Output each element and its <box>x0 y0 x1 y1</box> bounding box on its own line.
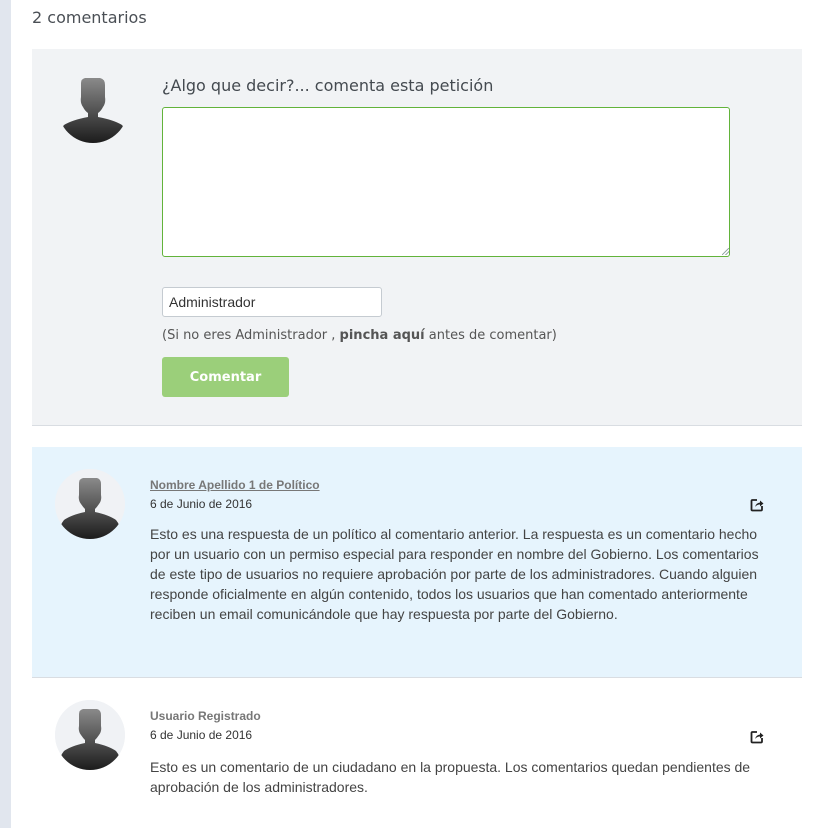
comment-author-link[interactable]: Nombre Apellido 1 de Político <box>150 478 320 492</box>
comment-form: ¿Algo que decir?... comenta esta petició… <box>32 49 802 426</box>
share-icon[interactable] <box>750 729 764 744</box>
user-silhouette-icon <box>58 73 128 143</box>
comment-date: 6 de Junio de 2016 <box>150 497 253 511</box>
comment-date: 6 de Junio de 2016 <box>150 728 253 742</box>
comment-textarea[interactable] <box>162 107 730 257</box>
author-name-input[interactable] <box>162 287 382 317</box>
comment-text: Esto es un comentario de un ciudadano en… <box>150 759 751 795</box>
login-link[interactable]: pincha aquí <box>340 328 425 343</box>
share-icon[interactable] <box>750 497 764 512</box>
user-silhouette-icon <box>55 469 125 539</box>
submit-comment-button[interactable]: Comentar <box>162 357 289 397</box>
login-hint: (Si no eres Administrador , pincha aquí … <box>162 328 557 343</box>
user-silhouette-icon <box>55 700 125 770</box>
citizen-comment: Usuario Registrado 6 de Junio de 2016 Es… <box>32 678 802 828</box>
resize-grip-icon[interactable] <box>722 248 729 255</box>
hint-prefix: (Si no eres Administrador , <box>162 328 336 343</box>
form-title: ¿Algo que decir?... comenta esta petició… <box>162 76 494 95</box>
comments-count: 2 comentarios <box>32 8 147 27</box>
official-comment: Nombre Apellido 1 de Político 6 de Junio… <box>32 447 802 678</box>
left-rail <box>0 0 11 828</box>
comment-author: Usuario Registrado <box>150 709 261 723</box>
comment-text: Esto es una respuesta de un político al … <box>150 526 759 622</box>
hint-suffix: antes de comentar) <box>428 328 557 343</box>
